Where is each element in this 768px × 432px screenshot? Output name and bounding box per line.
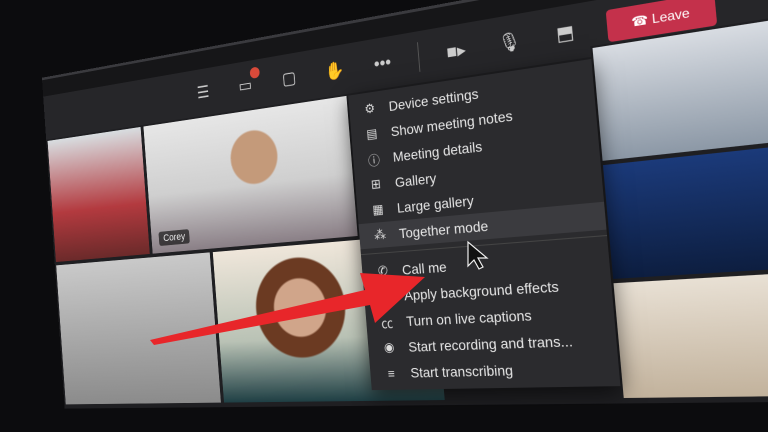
- info-icon: ⓘ: [367, 152, 381, 169]
- red-arrow-annotation: [150, 273, 425, 345]
- more-button[interactable]: •••: [368, 49, 397, 77]
- leave-label: Leave: [651, 5, 691, 27]
- raise-hand-button[interactable]: ✋: [321, 57, 349, 84]
- participants-button[interactable]: ☰: [191, 80, 216, 105]
- video-tile[interactable]: [600, 141, 768, 282]
- mic-button[interactable]: 🎙: [493, 27, 525, 57]
- share-icon: ⬒: [555, 20, 576, 45]
- share-button[interactable]: ⬒: [548, 18, 582, 48]
- stage: ☰ ▭ ▢ ✋ ••• ■▸ 🎙 ⬒ ☎ Leave Corey ⚙ Device…: [0, 0, 768, 432]
- video-tile[interactable]: [46, 124, 152, 264]
- mic-icon: 🎙: [496, 29, 522, 54]
- video-tile[interactable]: [611, 269, 768, 401]
- menu-item-label: Gallery: [394, 169, 437, 191]
- phone-hangup-icon: ☎: [630, 11, 653, 30]
- gear-icon: ⚙: [364, 100, 376, 117]
- participant-name: Corey: [158, 229, 191, 247]
- arrow-shape: [150, 273, 425, 345]
- chat-icon: ▭: [237, 74, 253, 96]
- menu-item-label: Start transcribing: [409, 361, 514, 381]
- camera-button[interactable]: ■▸: [441, 36, 472, 65]
- menu-item-label: Large gallery: [396, 192, 475, 216]
- mouse-cursor-icon: [467, 240, 489, 270]
- gallery-icon: ⊞: [370, 176, 382, 192]
- more-icon: •••: [373, 51, 392, 74]
- teams-meeting-window: ☰ ▭ ▢ ✋ ••• ■▸ 🎙 ⬒ ☎ Leave Corey ⚙ Device…: [41, 0, 768, 409]
- menu-item-label: Together mode: [398, 217, 489, 242]
- menu-item-label: Start recording and trans...: [407, 332, 574, 355]
- notification-badge: [249, 66, 260, 79]
- reaction-icon: ▢: [281, 67, 297, 89]
- notes-icon: ▤: [365, 125, 378, 142]
- together-mode-icon: ⁂: [373, 226, 387, 243]
- large-gallery-icon: ▦: [371, 201, 385, 218]
- list-icon: ☰: [196, 81, 210, 102]
- hand-icon: ✋: [324, 59, 346, 82]
- chat-button[interactable]: ▭: [233, 66, 260, 98]
- transcribe-icon: ≡: [387, 365, 396, 381]
- toolbar-divider: [417, 42, 421, 72]
- camera-icon: ■▸: [445, 38, 467, 62]
- reactions-button[interactable]: ▢: [276, 65, 303, 91]
